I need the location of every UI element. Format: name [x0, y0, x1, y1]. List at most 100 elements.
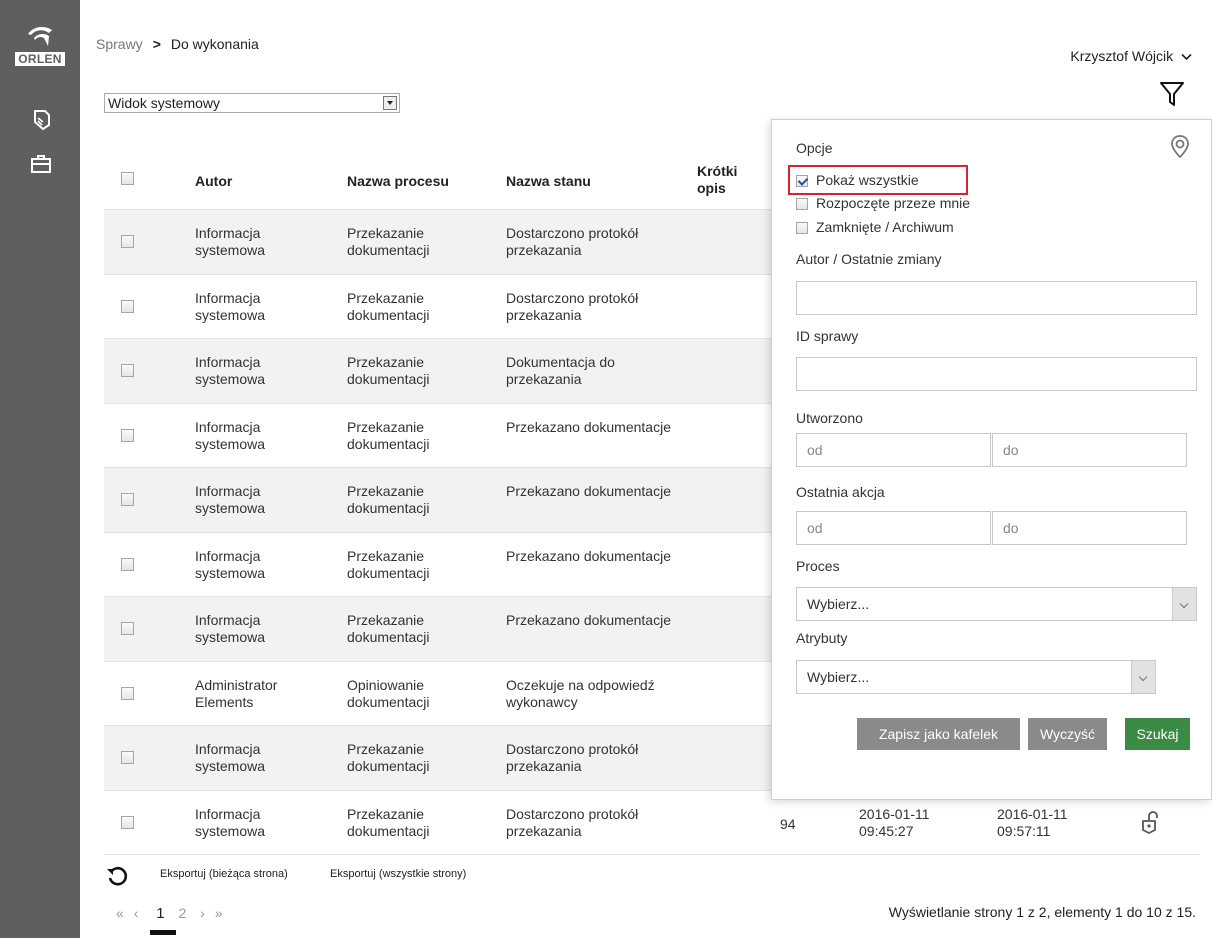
pager-page-1[interactable]: 1: [156, 905, 164, 922]
option-show-all-checkbox[interactable]: [796, 175, 808, 187]
cell-id: 94: [780, 815, 796, 832]
cell-nazwa-stanu: Przekazano dokumentacje: [506, 483, 671, 499]
eagle-logo-icon: [28, 26, 52, 46]
refresh-icon[interactable]: [106, 865, 128, 887]
documents-icon[interactable]: [29, 108, 53, 132]
cell-nazwa-procesu: Przekazanie dokumentacji: [347, 225, 430, 258]
cell-nazwa-stanu: Przekazano dokumentacje: [506, 547, 671, 564]
case-id-input[interactable]: [796, 357, 1197, 391]
cell-autor: Informacja systemowa: [195, 612, 266, 645]
author-input[interactable]: [796, 281, 1197, 315]
user-menu[interactable]: Krzysztof Wójcik: [1070, 48, 1192, 64]
last-action-to-input[interactable]: do: [992, 511, 1187, 545]
last-action-label: Ostatnia akcja: [796, 484, 885, 500]
chevron-down-icon[interactable]: [1131, 661, 1155, 693]
options-label: Opcje: [796, 140, 833, 156]
pager-prev[interactable]: ‹: [134, 905, 139, 921]
cell-nazwa-stanu: Oczekuje na odpowiedź wykonawcy: [506, 676, 655, 710]
row-checkbox[interactable]: [121, 751, 134, 764]
cell-nazwa-stanu: Przekazano dokumentacje: [506, 612, 671, 628]
breadcrumb-current: Do wykonania: [170, 36, 259, 52]
row-checkbox[interactable]: [121, 686, 134, 700]
save-as-tile-button[interactable]: Zapisz jako kafelek: [857, 718, 1020, 750]
cell-autor: Informacja systemowa: [195, 354, 266, 387]
option-started-by-me-checkbox[interactable]: [796, 198, 808, 210]
last-action-from-input[interactable]: od: [796, 511, 991, 545]
row-checkbox[interactable]: [121, 299, 134, 313]
unlock-icon[interactable]: [1140, 810, 1162, 835]
cell-autor: Administrator Elements: [195, 676, 278, 710]
breadcrumb-root-link[interactable]: Sprawy: [96, 36, 143, 52]
row-checkbox[interactable]: [121, 815, 134, 829]
cell-autor: Informacja systemowa: [195, 225, 266, 258]
attributes-select[interactable]: Wybierz...: [796, 660, 1156, 694]
created-label: Utworzono: [796, 410, 863, 426]
header-autor[interactable]: Autor: [195, 173, 232, 190]
cell-autor: Informacja systemowa: [195, 483, 266, 516]
filter-icon[interactable]: [1159, 80, 1185, 108]
header-nazwa-stanu[interactable]: Nazwa stanu: [506, 173, 591, 190]
row-checkbox[interactable]: [121, 235, 134, 248]
option-closed-archive-label: Zamknięte / Archiwum: [816, 219, 954, 235]
user-name: Krzysztof Wójcik: [1070, 48, 1174, 64]
option-show-all[interactable]: Pokaż wszystkie: [796, 172, 919, 188]
cell-nazwa-stanu: Dostarczono protokół przekazania: [506, 805, 639, 839]
author-label: Autor / Ostatnie zmiany: [796, 251, 942, 267]
option-closed-archive-checkbox[interactable]: [796, 222, 808, 234]
cell-nazwa-procesu: Przekazanie dokumentacji: [347, 418, 430, 452]
pager-next[interactable]: ›: [200, 905, 205, 921]
cell-nazwa-stanu: Przekazano dokumentacje: [506, 418, 671, 435]
cell-autor: Informacja systemowa: [195, 418, 266, 452]
table-row[interactable]: Informacja systemowa Przekazanie dokument…: [104, 791, 1200, 855]
cell-created: 2016-01-11 09:45:27: [859, 805, 930, 839]
cell-autor: Informacja systemowa: [195, 289, 266, 323]
created-from-input[interactable]: od: [796, 433, 991, 467]
row-checkbox[interactable]: [121, 493, 134, 506]
option-started-by-me[interactable]: Rozpoczęte przeze mnie: [796, 195, 970, 211]
case-id-label: ID sprawy: [796, 328, 859, 344]
process-label: Proces: [796, 558, 840, 574]
created-to-input[interactable]: do: [992, 433, 1187, 467]
cell-nazwa-stanu: Dokumentacja do przekazania: [506, 354, 615, 387]
chevron-down-icon: [1181, 53, 1192, 61]
briefcase-icon[interactable]: [29, 152, 53, 176]
cell-autor: Informacja systemowa: [195, 805, 266, 839]
pager-page-2[interactable]: 2: [178, 905, 186, 921]
cell-nazwa-procesu: Przekazanie dokumentacji: [347, 547, 430, 581]
header-krotki-opis[interactable]: Krótki opis: [697, 163, 757, 197]
attributes-label: Atrybuty: [796, 630, 848, 646]
pager-first[interactable]: «: [116, 905, 124, 921]
row-checkbox[interactable]: [121, 622, 134, 635]
header-nazwa-procesu[interactable]: Nazwa procesu: [347, 173, 449, 190]
cell-nazwa-procesu: Przekazanie dokumentacji: [347, 612, 430, 645]
pager-last[interactable]: »: [215, 905, 223, 921]
filter-panel: Opcje Pokaż wszystkie Rozpoczęte przeze …: [771, 119, 1212, 800]
option-started-by-me-label: Rozpoczęte przeze mnie: [816, 195, 971, 211]
search-button[interactable]: Szukaj: [1125, 718, 1190, 750]
export-all-pages-link[interactable]: Eksportuj (wszystkie strony): [330, 868, 466, 880]
process-select[interactable]: Wybierz...: [796, 587, 1197, 621]
row-checkbox[interactable]: [121, 428, 134, 442]
attributes-select-value: Wybierz...: [807, 669, 870, 685]
orlen-logo[interactable]: ORLEN: [0, 24, 80, 66]
view-select[interactable]: Widok systemowy: [104, 93, 400, 113]
row-checkbox[interactable]: [121, 364, 134, 377]
cell-nazwa-stanu: Dostarczono protokół przekazania: [506, 225, 639, 258]
cell-nazwa-stanu: Dostarczono protokół przekazania: [506, 741, 639, 774]
option-closed-archive[interactable]: Zamknięte / Archiwum: [796, 219, 954, 235]
breadcrumb: Sprawy > Do wykonania: [96, 36, 259, 52]
clear-button[interactable]: Wyczyść: [1028, 718, 1107, 750]
view-select-dropdown-button[interactable]: [383, 96, 397, 110]
breadcrumb-separator: >: [152, 36, 161, 52]
cell-nazwa-procesu: Przekazanie dokumentacji: [347, 354, 430, 387]
chevron-down-icon[interactable]: [1172, 588, 1196, 620]
view-select-value: Widok systemowy: [108, 95, 221, 111]
row-checkbox[interactable]: [121, 557, 134, 571]
cell-nazwa-procesu: Opiniowanie dokumentacji: [347, 676, 430, 710]
cell-autor: Informacja systemowa: [195, 547, 266, 581]
pagination: « ‹ 1 2 › »: [116, 905, 229, 922]
export-current-page-link[interactable]: Eksportuj (bieżąca strona): [160, 868, 288, 880]
page-info: Wyświetlanie strony 1 z 2, elementy 1 do…: [888, 904, 1196, 920]
pin-icon[interactable]: [1170, 134, 1190, 160]
select-all-checkbox[interactable]: [121, 172, 134, 185]
